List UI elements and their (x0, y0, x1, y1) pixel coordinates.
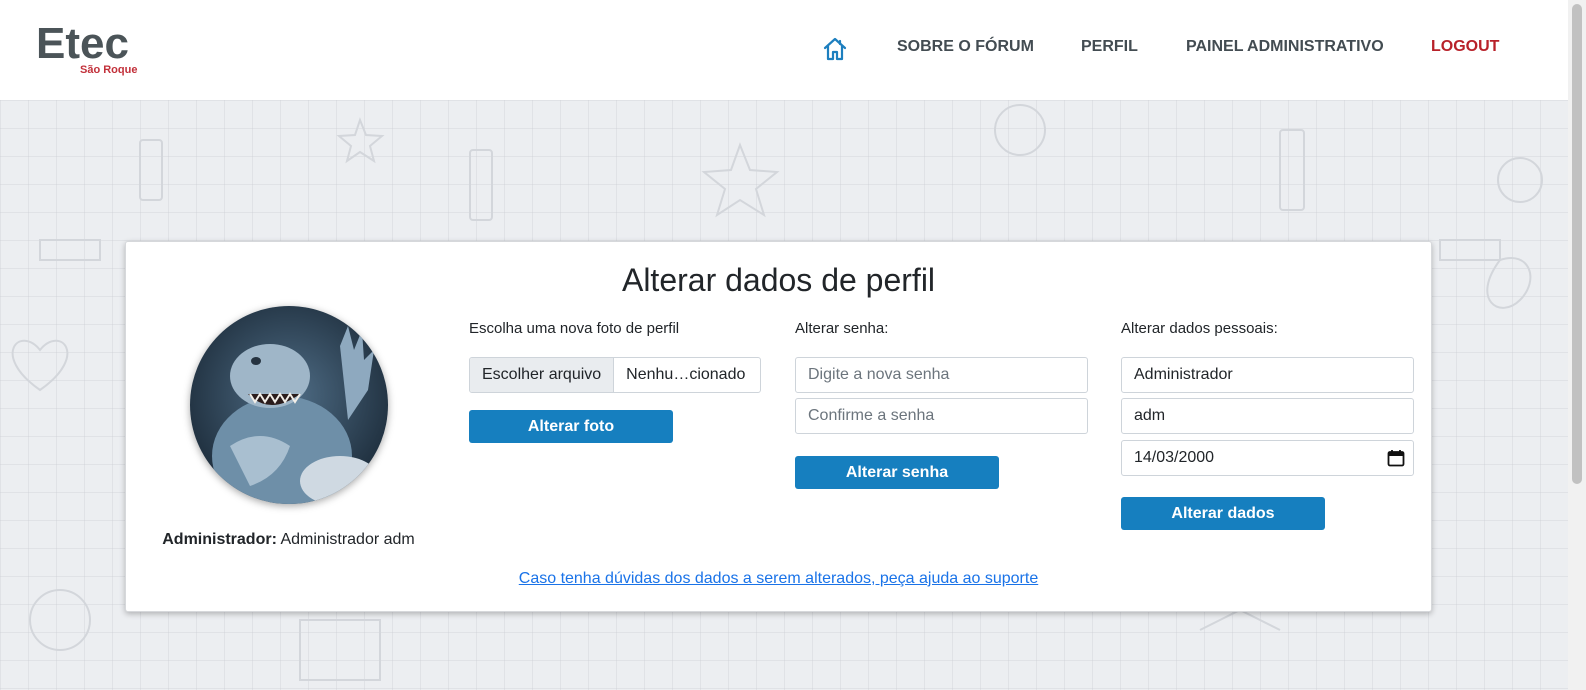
nav-perfil[interactable]: PERFIL (1081, 38, 1138, 56)
logo-main-text: Etec (36, 19, 129, 68)
change-photo-button[interactable]: Alterar foto (469, 410, 673, 443)
change-personal-data-button[interactable]: Alterar dados (1121, 497, 1325, 530)
calendar-icon[interactable] (1387, 449, 1405, 467)
selected-file-name: Nenhu…cionado (626, 366, 746, 383)
photo-label: Escolha uma nova foto de perfil (469, 320, 680, 337)
nav-painel-administrativo[interactable]: PAINEL ADMINISTRATIVO (1186, 38, 1384, 56)
page-scrollbar[interactable] (1568, 0, 1586, 690)
nav-sobre-forum[interactable]: SOBRE O FÓRUM (897, 38, 1034, 56)
change-password-button[interactable]: Alterar senha (795, 456, 999, 489)
photo-file-input[interactable]: Escolher arquivo Nenhu…cionado (469, 357, 761, 393)
support-link[interactable]: Caso tenha dúvidas dos dados a serem alt… (126, 570, 1431, 588)
home-icon[interactable] (822, 36, 848, 62)
scroll-thumb[interactable] (1572, 4, 1582, 484)
page-title: Alterar dados de perfil (621, 262, 936, 298)
avatar-name: Administrador adm (280, 531, 415, 548)
surname-input[interactable] (1121, 398, 1414, 434)
personal-data-label: Alterar dados pessoais: (1121, 320, 1278, 337)
avatar-image (190, 306, 388, 504)
password-label: Alterar senha: (795, 320, 889, 337)
choose-file-button[interactable]: Escolher arquivo (470, 358, 615, 392)
avatar-role: Administrador: (162, 531, 277, 548)
confirm-password-input[interactable] (795, 398, 1088, 434)
logo-sub-text: São Roque (80, 64, 138, 76)
avatar-caption: Administrador: Administrador adm (126, 531, 451, 549)
new-password-input[interactable] (795, 357, 1088, 393)
birthdate-input[interactable]: 14/03/2000 (1121, 440, 1414, 476)
birthdate-value: 14/03/2000 (1134, 449, 1215, 466)
avatar (190, 306, 388, 504)
profile-edit-card: Alterar dados de perfil Administrador: A… (125, 241, 1432, 612)
etec-logo[interactable]: Etec São Roque (36, 20, 156, 80)
nav-logout[interactable]: LOGOUT (1431, 38, 1499, 56)
name-input[interactable] (1121, 357, 1414, 393)
site-header: Etec São Roque SOBRE O FÓRUM PERFIL PAIN… (0, 0, 1568, 100)
